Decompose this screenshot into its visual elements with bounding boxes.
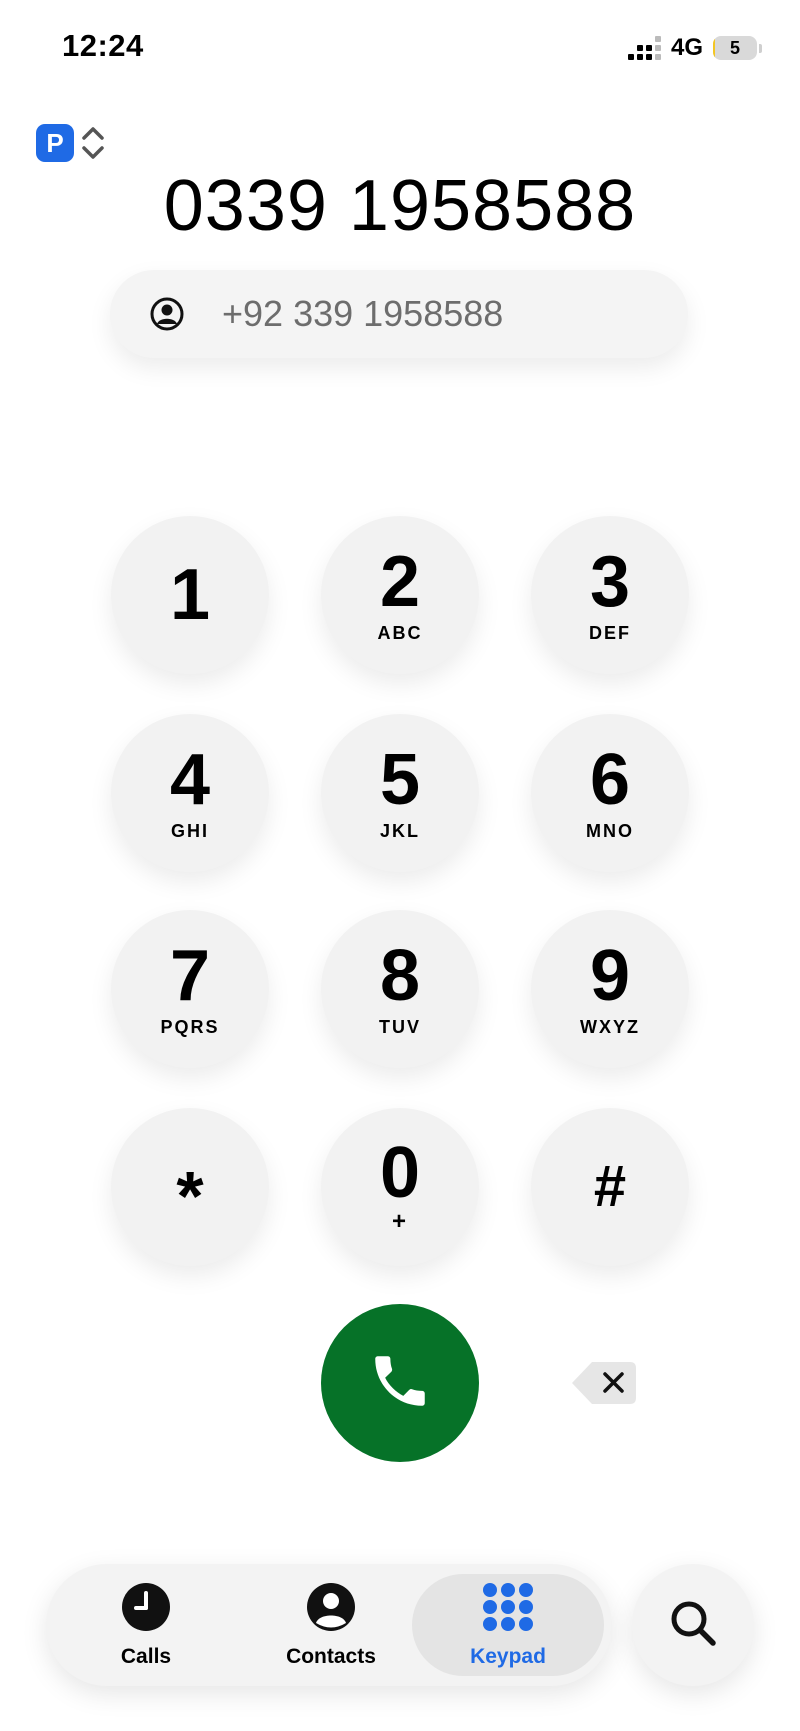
suggestion-number: +92 339 1958588 (222, 293, 504, 334)
key-hash[interactable]: # (531, 1108, 689, 1266)
tab-contacts-label: Contacts (286, 1644, 376, 1668)
key-letters: WXYZ (580, 1016, 640, 1037)
key-5[interactable]: 5 JKL (321, 714, 479, 872)
key-6[interactable]: 6 MNO (531, 714, 689, 872)
key-digit: 6 (589, 739, 631, 820)
status-time: 12:24 (62, 28, 144, 63)
key-8[interactable]: 8 TUV (321, 910, 479, 1068)
key-3[interactable]: 3 DEF (531, 516, 689, 674)
tab-calls[interactable]: Calls (86, 1574, 206, 1676)
key-4[interactable]: 4 GHI (111, 714, 269, 872)
person-icon (306, 1582, 356, 1637)
battery-level: 5 (729, 37, 740, 58)
key-digit: 2 (379, 541, 421, 622)
key-digit: 9 (589, 935, 631, 1016)
delete-button[interactable] (570, 1358, 640, 1408)
key-letters: MNO (586, 820, 634, 841)
clock-icon (121, 1582, 171, 1637)
key-digit: 4 (169, 739, 211, 820)
key-letters: JKL (379, 820, 420, 841)
key-7[interactable]: 7 PQRS (111, 910, 269, 1068)
key-letters: TUV (379, 1016, 421, 1037)
key-9[interactable]: 9 WXYZ (531, 910, 689, 1068)
person-circle-icon (150, 297, 184, 331)
key-digit: * (176, 1157, 204, 1235)
backspace-icon (570, 1362, 640, 1412)
contact-suggestion[interactable]: +92 339 1958588 (110, 270, 688, 358)
chevron-up-down-icon (80, 124, 106, 162)
key-digit: 3 (589, 541, 631, 622)
phone-icon (367, 1348, 433, 1419)
search-button[interactable] (632, 1564, 754, 1686)
search-icon (668, 1598, 718, 1653)
battery-icon: 5 (713, 36, 757, 60)
key-letters: PQRS (160, 1016, 220, 1037)
dialed-number: 0339 1958588 (163, 166, 637, 246)
key-2[interactable]: 2 ABC (321, 516, 479, 674)
tab-contacts[interactable]: Contacts (256, 1574, 406, 1676)
key-letters: + (391, 1208, 408, 1235)
tab-calls-label: Calls (120, 1644, 172, 1668)
keypad-grid-icon (481, 1582, 535, 1637)
key-letters: ABC (377, 622, 423, 643)
key-digit: # (593, 1154, 627, 1219)
tab-bar: Calls Contacts Keypad (46, 1564, 612, 1686)
key-star[interactable]: * (111, 1108, 269, 1266)
battery-tip (759, 43, 762, 53)
key-letters: DEF (589, 622, 631, 643)
sim-badge: P (36, 124, 74, 162)
network-type: 4G (670, 34, 703, 61)
signal-icon (627, 36, 661, 60)
key-digit: 5 (379, 739, 421, 820)
sim-selector[interactable]: P (36, 124, 106, 162)
tab-keypad-label: Keypad (470, 1644, 546, 1668)
key-1[interactable]: 1 (111, 516, 269, 674)
key-digit: 8 (379, 935, 421, 1016)
key-digit: 1 (169, 555, 211, 635)
key-letters: GHI (170, 820, 209, 841)
key-digit: 7 (169, 935, 211, 1016)
key-0[interactable]: 0 + (321, 1108, 479, 1266)
status-indicators: 4G 5 (627, 34, 762, 62)
call-button[interactable] (321, 1304, 479, 1462)
tab-keypad[interactable]: Keypad (412, 1574, 604, 1676)
key-digit: 0 (379, 1133, 421, 1213)
